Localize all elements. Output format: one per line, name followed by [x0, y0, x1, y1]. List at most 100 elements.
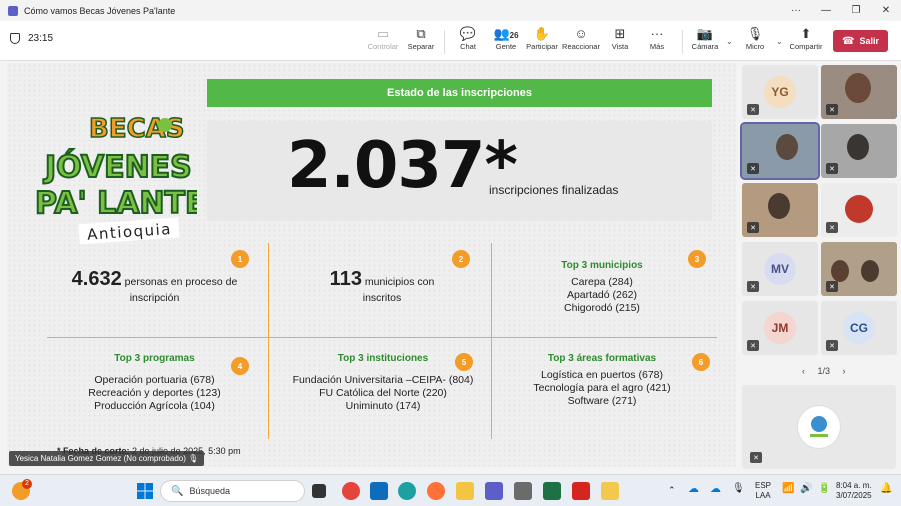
notification-badge: 2 [22, 479, 32, 489]
taskbar-search[interactable]: 🔍 Búsqueda [160, 480, 305, 502]
volume-icon[interactable]: 🔊 [800, 484, 812, 494]
maximize-button[interactable]: ❐ [841, 5, 871, 16]
more-options-button[interactable]: ··· [781, 5, 811, 16]
meeting-toolbar: 23:15 ▭ Controlar ⧉ Separar 💬 Chat 👥26 G… [0, 21, 901, 61]
close-button[interactable]: ✕ [871, 5, 901, 16]
search-icon: 🔍 [171, 485, 184, 497]
teams-mute-icon[interactable]: 🎙 [732, 484, 745, 494]
raise-hand-button[interactable]: ✋ Participar [522, 26, 562, 51]
timer-text: 23:15 [28, 33, 54, 44]
onedrive-business-icon[interactable]: ☁ [710, 484, 721, 495]
participant-tile-mv[interactable]: MV ✕ [742, 242, 818, 296]
react-button[interactable]: ☺ Reaccionar [561, 26, 601, 51]
chrome-icon[interactable] [342, 482, 360, 500]
camera-options-chevron-icon[interactable]: ⌄ [726, 37, 733, 46]
org-logo-icon [797, 405, 841, 449]
camera-off-icon: 📷 [696, 26, 714, 41]
mic-off-icon: ✕ [747, 222, 759, 233]
leave-button[interactable]: ☎ Salir [833, 30, 888, 52]
mic-off-icon: ✕ [750, 452, 762, 463]
onedrive-icon[interactable]: ☁ [688, 484, 699, 495]
participant-tile-jm[interactable]: JM ✕ [742, 301, 818, 355]
minimize-button[interactable]: — [811, 5, 841, 16]
mic-options-chevron-icon[interactable]: ⌄ [776, 37, 783, 46]
language-indicator[interactable]: ESP LAA [755, 481, 771, 501]
participant-tile-photo[interactable]: ✕ [821, 183, 897, 237]
participant-tile-yg[interactable]: YG ✕ [742, 65, 818, 119]
badge-1: 1 [231, 250, 249, 268]
participant-tile-video[interactable]: ✕ [742, 183, 818, 237]
participant-tile-video[interactable]: ✕ [821, 124, 897, 178]
notifications-icon[interactable]: 🔔 [880, 484, 892, 494]
camera-button[interactable]: 📷 Cámara [685, 26, 725, 51]
folder-icon[interactable] [601, 482, 619, 500]
badge-2: 2 [452, 250, 470, 268]
self-view-tile[interactable]: ✕ [742, 385, 896, 469]
pop-out-button[interactable]: ⧉ Separar [401, 26, 441, 51]
pager-next-button[interactable]: › [843, 366, 846, 376]
view-button[interactable]: ⊞ Vista [600, 26, 640, 51]
share-icon: ⬆ [800, 26, 812, 41]
mic-off-icon: ✕ [747, 281, 759, 292]
pop-out-icon: ⧉ [416, 26, 426, 41]
mic-off-icon: ✕ [747, 104, 759, 115]
presenter-name-label: Yesica Natalia Gomez Gomez (No comprobad… [9, 451, 205, 466]
participant-tile-active-speaker[interactable]: ✕ [740, 122, 820, 180]
task-view-icon[interactable] [312, 484, 326, 498]
becas-jovenes-logo: BECAS JÓVENES PA' LANTE Antioquia [34, 113, 197, 245]
shield-icon [10, 33, 20, 44]
firefox-icon[interactable] [427, 482, 445, 500]
app-icon[interactable] [514, 482, 532, 500]
control-icon: ▭ [376, 26, 390, 41]
file-explorer-icon[interactable] [456, 482, 474, 500]
top-training-areas-cell: Top 3 áreas formativas Logística en puer… [533, 353, 671, 407]
chat-button[interactable]: 💬 Chat [448, 26, 488, 51]
tray-chevron-icon[interactable]: ⌃ [668, 485, 676, 495]
avatar: CG [843, 312, 875, 344]
mic-off-icon: ✕ [826, 163, 838, 174]
hand-icon: ✋ [533, 26, 551, 41]
status-banner: Estado de las inscripciones [207, 79, 712, 107]
svg-text:JÓVENES: JÓVENES [43, 148, 192, 185]
shared-slide: BECAS JÓVENES PA' LANTE Antioquia Estado… [7, 63, 736, 467]
teams-app-icon [8, 5, 18, 16]
start-icon[interactable] [136, 482, 154, 500]
mic-off-icon: ✕ [747, 340, 759, 351]
participant-tile-video[interactable]: ✕ [821, 65, 897, 119]
control-button[interactable]: ▭ Controlar [363, 26, 403, 51]
meeting-timer: 23:15 [10, 33, 53, 44]
mic-off-icon: ✕ [747, 163, 759, 174]
excel-icon[interactable] [543, 482, 561, 500]
wifi-icon[interactable]: 📶 [782, 484, 794, 494]
mic-button[interactable]: 🎙 Micro [735, 26, 775, 51]
teams-icon[interactable] [485, 482, 503, 500]
acrobat-icon[interactable] [572, 482, 590, 500]
edge-icon[interactable] [398, 482, 416, 500]
mic-off-icon: ✕ [826, 281, 838, 292]
battery-icon[interactable]: 🔋 [818, 484, 830, 494]
more-button[interactable]: ··· Más [637, 26, 677, 51]
mic-off-icon: 🎙 [746, 26, 764, 41]
share-button[interactable]: ⬆ Compartir [786, 26, 826, 51]
outlook-icon[interactable] [370, 482, 388, 500]
top-institutions-cell: Top 3 instituciones Fundación Universita… [292, 353, 474, 412]
clock[interactable]: 8:04 a. m. 3/07/2025 [836, 481, 872, 501]
total-label: inscripciones finalizadas [489, 183, 619, 197]
participant-tile-cg[interactable]: CG ✕ [821, 301, 897, 355]
total-count: 2.037* [287, 129, 518, 203]
svg-text:PA' LANTE: PA' LANTE [35, 186, 197, 221]
top-programs-cell: Top 3 programas Operación portuaria (678… [88, 353, 221, 412]
avatar: YG [764, 76, 796, 108]
pager-prev-button[interactable]: ‹ [802, 366, 805, 376]
municipalities-cell: 113 municipios con inscritos [329, 268, 435, 304]
window-title: Cómo vamos Becas Jóvenes Pa'lante [24, 5, 176, 16]
total-box: 2.037* inscripciones finalizadas [207, 121, 712, 221]
people-button[interactable]: 👥26 Gente [486, 26, 526, 51]
ellipsis-icon: ··· [650, 26, 664, 41]
windows-taskbar: 2 🔍 Búsqueda ⌃ ☁ ☁ 🎙 ESP LAA 📶 🔊 🔋 8:04 … [0, 474, 901, 506]
avatar: MV [764, 253, 796, 285]
avatar: JM [764, 312, 796, 344]
smiley-icon: ☺ [574, 26, 588, 41]
grid-icon: ⊞ [614, 26, 626, 41]
participant-tile-video[interactable]: ✕ [821, 242, 897, 296]
